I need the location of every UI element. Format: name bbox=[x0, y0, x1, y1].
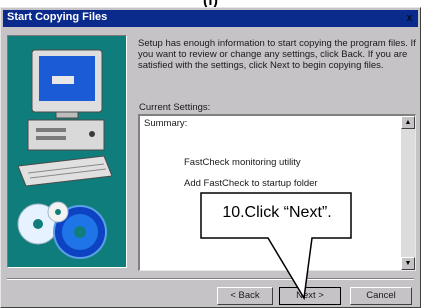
callout-text: 10.Click “Next”. bbox=[222, 204, 332, 221]
callout-box bbox=[200, 192, 352, 301]
screenshot-stage: (f) Start Copying Files x Setup has enou… bbox=[0, 0, 421, 308]
